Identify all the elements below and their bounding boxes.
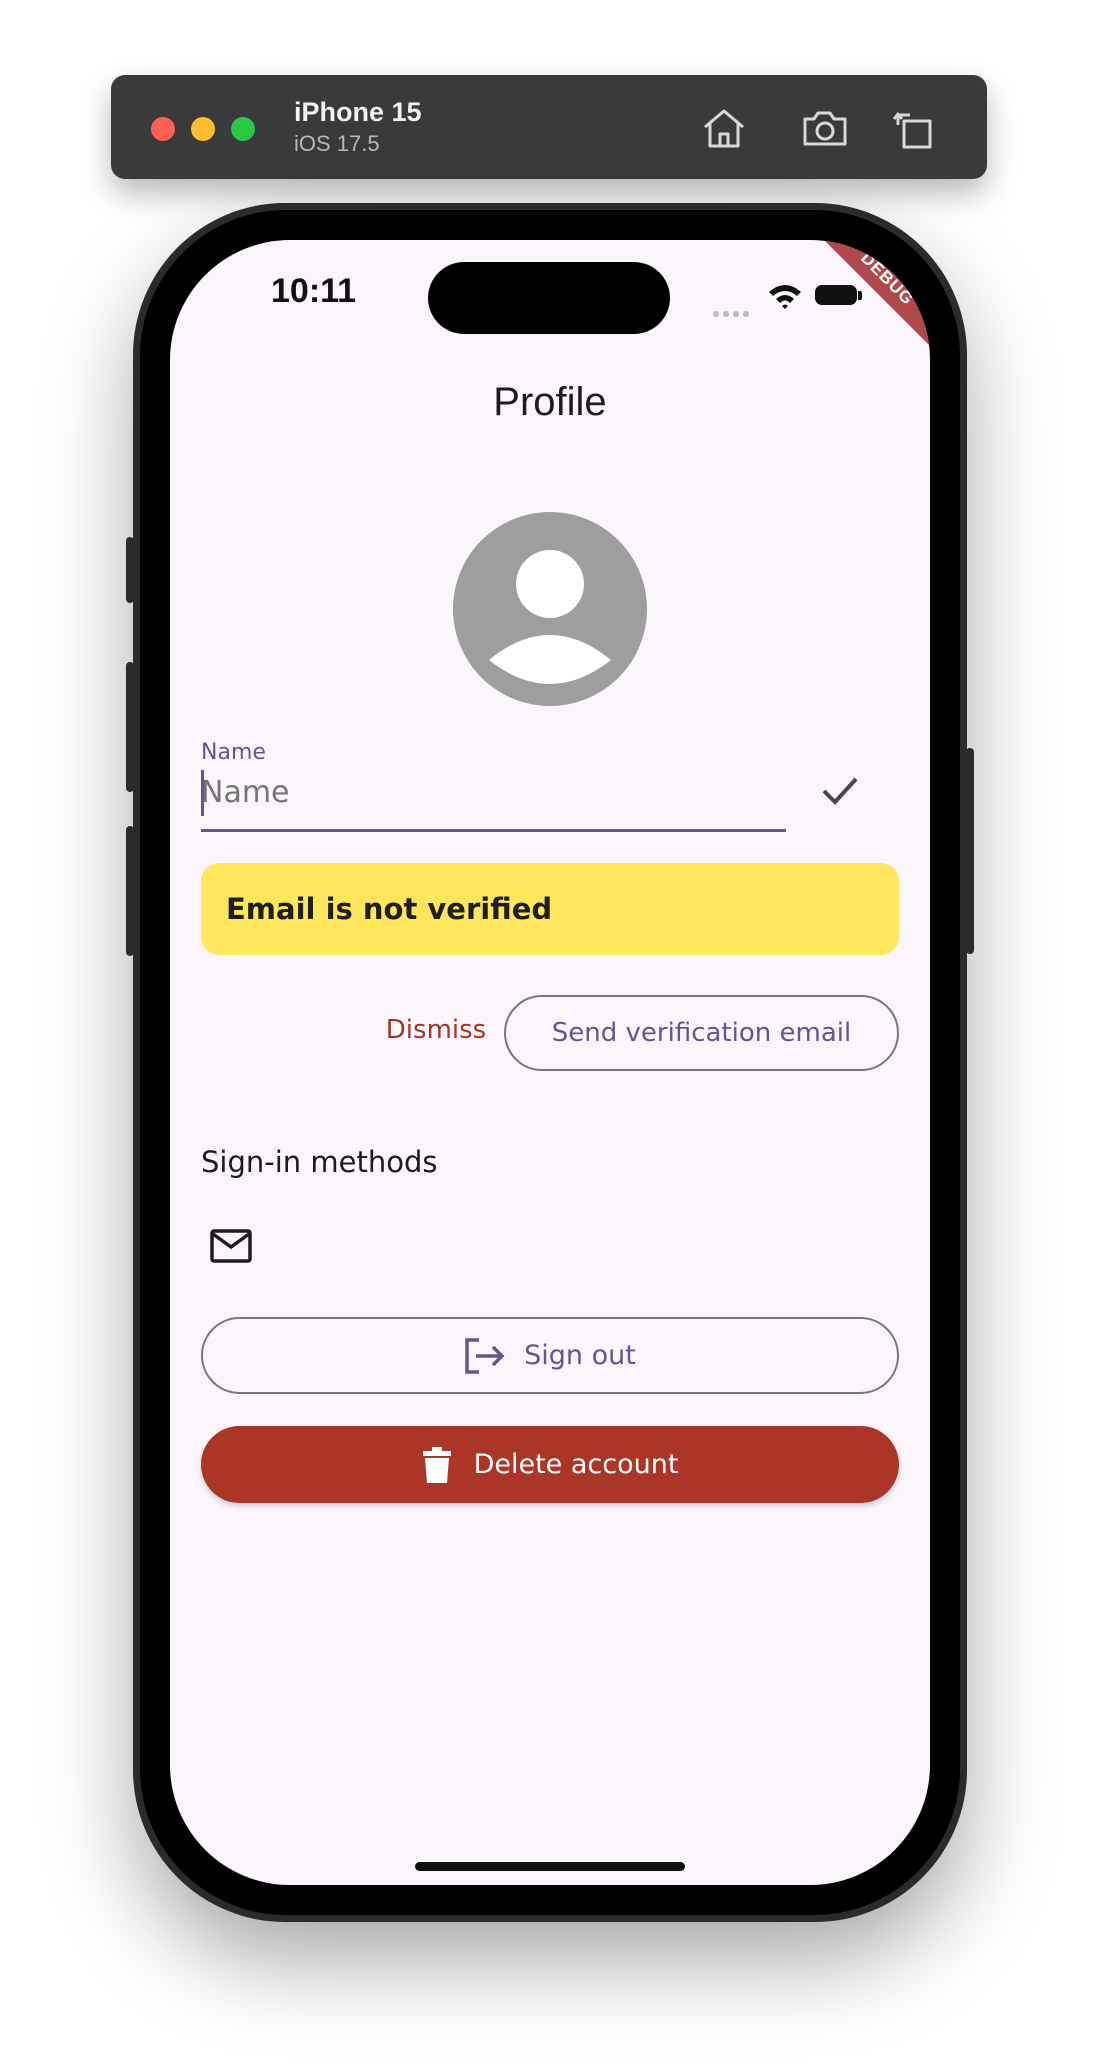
page-title: Profile (493, 380, 607, 424)
device-name: iPhone 15 (294, 97, 422, 127)
action-button (126, 537, 134, 603)
dynamic-island (428, 262, 670, 334)
logout-icon (465, 1337, 505, 1374)
name-input-underline (201, 829, 786, 832)
simulator-title-bar: iPhone 15 iOS 17.5 (111, 75, 987, 179)
sign-out-button[interactable]: Sign out (201, 1317, 899, 1394)
check-icon (822, 777, 858, 805)
window-minimize-button[interactable] (191, 117, 215, 141)
window-close-button[interactable] (151, 117, 175, 141)
power-button (966, 748, 974, 954)
battery-icon (815, 285, 857, 305)
text-cursor (201, 770, 204, 816)
email-not-verified-banner: Email is not verified (201, 863, 899, 955)
delete-account-button[interactable]: Delete account (201, 1426, 899, 1503)
phone-screen: 10:11 DEBUG Profile Name Email is not ve… (170, 240, 930, 1885)
home-icon[interactable] (699, 103, 749, 153)
save-name-button[interactable] (815, 765, 865, 815)
screenshot-icon[interactable] (800, 103, 850, 153)
send-verification-email-button[interactable]: Send verification email (504, 995, 899, 1071)
name-input[interactable] (201, 766, 786, 818)
sign-out-label: Sign out (524, 1340, 636, 1371)
os-version: iOS 17.5 (294, 131, 380, 156)
volume-down-button (126, 826, 134, 956)
delete-account-label: Delete account (473, 1449, 679, 1480)
avatar[interactable] (453, 512, 647, 706)
trash-icon (422, 1446, 451, 1483)
banner-text: Email is not verified (226, 892, 553, 926)
person-icon (489, 550, 611, 684)
rotate-icon[interactable] (888, 103, 938, 153)
dismiss-button[interactable]: Dismiss (376, 1004, 496, 1056)
wifi-icon (769, 285, 801, 309)
volume-up-button (126, 662, 134, 792)
mail-icon (210, 1229, 252, 1263)
window-zoom-button[interactable] (231, 117, 255, 141)
cellular-signal-icon (713, 302, 753, 321)
status-time: 10:11 (271, 272, 357, 310)
sign-in-methods-title: Sign-in methods (201, 1145, 438, 1179)
battery-tip (858, 291, 862, 300)
name-field-label: Name (201, 740, 266, 765)
home-indicator[interactable] (415, 1862, 685, 1871)
